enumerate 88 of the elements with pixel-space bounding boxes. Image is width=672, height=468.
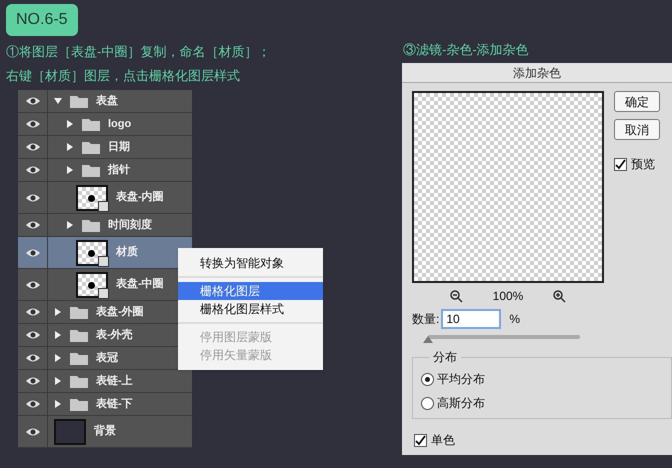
layer-name: 表链-下 <box>96 396 133 412</box>
eye-icon[interactable] <box>24 280 40 290</box>
folder-icon <box>82 218 100 232</box>
expand-arrow-icon[interactable] <box>54 354 62 362</box>
layer-name: 表链-上 <box>96 374 133 389</box>
unit-label: % <box>509 311 520 328</box>
eye-icon[interactable] <box>24 142 40 152</box>
layer-row[interactable]: 背景 <box>18 416 192 448</box>
eye-icon[interactable] <box>24 376 40 386</box>
layer-name: 材质 <box>116 244 138 260</box>
radio-label: 平均分布 <box>437 371 485 388</box>
expand-arrow-icon[interactable] <box>54 308 62 316</box>
step-title: ③滤镜-杂色-添加杂色 <box>402 42 530 58</box>
checkbox[interactable] <box>414 434 427 446</box>
dialog-title: 添加杂色 <box>402 63 672 83</box>
menu-item[interactable]: 栅格化图层 <box>178 282 323 300</box>
radio-button[interactable] <box>421 396 434 410</box>
folder-icon <box>70 306 88 318</box>
layer-name: logo <box>108 116 132 132</box>
amount-input[interactable]: 10 <box>441 309 502 329</box>
expand-arrow-icon[interactable] <box>54 331 62 339</box>
layer-row[interactable]: 表链-下 <box>18 393 192 416</box>
folder-icon <box>82 118 100 130</box>
eye-icon[interactable] <box>24 220 40 230</box>
zoom-in-icon[interactable] <box>553 290 566 302</box>
checkbox[interactable] <box>614 158 627 170</box>
layer-name: 表-外壳 <box>96 328 133 343</box>
layer-name: 时间刻度 <box>108 218 152 233</box>
expand-arrow-icon[interactable] <box>54 400 62 408</box>
zoom-level: 100% <box>492 288 524 305</box>
layer-row[interactable]: 材质 <box>18 237 192 269</box>
expand-arrow-icon[interactable] <box>54 377 62 385</box>
eye-icon[interactable] <box>24 248 40 258</box>
folder-icon <box>82 140 100 154</box>
radio-label: 高斯分布 <box>437 395 485 412</box>
group-title: 分布 <box>429 350 461 364</box>
expand-arrow-icon[interactable] <box>66 143 74 151</box>
amount-label: 数量: <box>412 311 440 328</box>
layer-thumbnail <box>76 272 108 298</box>
layer-row[interactable]: 表链-上 <box>18 370 192 393</box>
folder-icon <box>70 374 88 388</box>
slider-thumb[interactable] <box>423 336 433 343</box>
folder-icon <box>82 164 100 176</box>
eye-icon[interactable] <box>24 426 40 436</box>
checkbox-label: 单色 <box>431 432 455 449</box>
expand-arrow-icon[interactable] <box>66 120 74 128</box>
eye-icon[interactable] <box>24 307 40 317</box>
layer-row[interactable]: 日期 <box>18 136 192 159</box>
zoom-out-icon[interactable] <box>450 290 463 302</box>
folder-icon <box>70 398 88 410</box>
layer-row[interactable]: logo <box>18 113 192 136</box>
eye-icon[interactable] <box>24 353 40 363</box>
checkbox-label: 预览 <box>631 156 655 173</box>
eye-icon[interactable] <box>24 330 40 340</box>
layer-thumbnail <box>76 184 108 210</box>
expand-arrow-icon[interactable] <box>66 166 74 174</box>
layer-name: 日期 <box>108 140 130 155</box>
instruction-text: ①将图层［表盘-中圈］复制，命名［材质］； <box>6 44 272 60</box>
layer-row[interactable]: 指针 <box>18 159 192 182</box>
layer-name: 指针 <box>108 162 130 178</box>
folder-icon <box>70 328 88 342</box>
layer-name: 表盘 <box>96 94 118 109</box>
eye-icon[interactable] <box>24 119 40 129</box>
layer-name: 表冠 <box>96 350 118 366</box>
check-icon <box>415 434 426 446</box>
layer-name: 背景 <box>94 424 116 440</box>
eye-icon[interactable] <box>24 96 40 106</box>
eye-icon[interactable] <box>24 192 40 202</box>
layer-row[interactable]: 表盘-内圈 <box>18 182 192 214</box>
background-thumbnail <box>54 418 86 444</box>
folder-icon <box>70 94 88 108</box>
layer-name: 表盘-外圈 <box>96 304 144 320</box>
layer-thumbnail <box>76 240 108 266</box>
expand-arrow-icon[interactable] <box>66 221 74 229</box>
dialog-button[interactable]: 取消 <box>614 119 660 140</box>
eye-icon[interactable] <box>24 399 40 409</box>
layer-row[interactable]: 表盘 <box>18 90 192 113</box>
instruction-text: 右键［材质］图层，点击栅格化图层样式 <box>6 68 241 84</box>
collapse-arrow-icon[interactable] <box>54 97 62 105</box>
eye-icon[interactable] <box>24 165 40 175</box>
layer-name: 表盘-内圈 <box>116 190 164 206</box>
step-badge: NO.6-5 <box>6 4 78 36</box>
radio-button[interactable] <box>421 372 434 386</box>
folder-icon <box>70 352 88 364</box>
check-icon <box>615 158 626 170</box>
dialog-button[interactable]: 确定 <box>614 91 660 112</box>
layer-name: 表盘-中圈 <box>116 276 164 292</box>
layer-row[interactable]: 时间刻度 <box>18 214 192 237</box>
